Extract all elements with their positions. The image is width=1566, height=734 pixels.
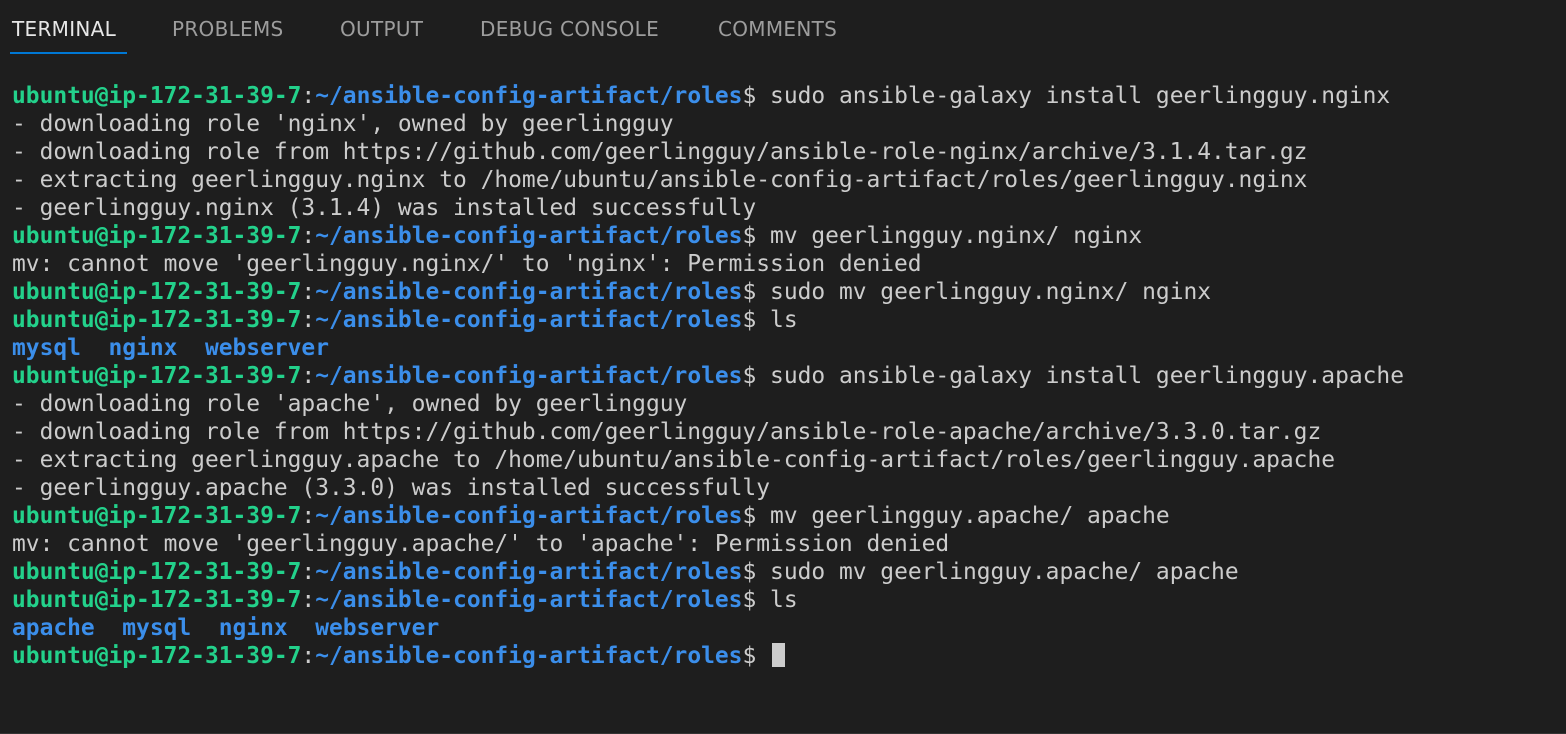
prompt-user-host: ubuntu@ip-172-31-39-7: [12, 587, 302, 613]
terminal-output-line: - geerlingguy.nginx (3.1.4) was installe…: [12, 194, 1552, 222]
tab-output[interactable]: OUTPUT: [340, 15, 423, 55]
panel-tab-bar: TERMINAL PROBLEMS OUTPUT DEBUG CONSOLE C…: [0, 0, 1566, 56]
prompt-user-host: ubuntu@ip-172-31-39-7: [12, 279, 302, 305]
prompt-symbol: $: [742, 643, 757, 669]
prompt-path: ~/ansible-config-artifact/roles: [315, 503, 743, 529]
prompt-separator: :: [301, 83, 316, 109]
terminal-command-line: ubuntu@ip-172-31-39-7:~/ansible-config-a…: [12, 222, 1552, 250]
command-text: ls: [756, 307, 798, 333]
terminal-output-line: - extracting geerlingguy.nginx to /home/…: [12, 166, 1552, 194]
prompt-separator: :: [301, 363, 316, 389]
prompt-symbol: $: [742, 503, 757, 529]
terminal-command-line: ubuntu@ip-172-31-39-7:~/ansible-config-a…: [12, 502, 1552, 530]
output-text: mv: cannot move 'geerlingguy.apache/' to…: [12, 531, 950, 557]
terminal-output-line: - downloading role 'nginx', owned by gee…: [12, 110, 1552, 138]
prompt-separator: :: [301, 559, 316, 585]
command-text: sudo mv geerlingguy.nginx/ nginx: [756, 279, 1212, 305]
command-text: sudo ansible-galaxy install geerlingguy.…: [756, 363, 1404, 389]
terminal-output-line: - downloading role from https://github.c…: [12, 418, 1552, 446]
prompt-symbol: $: [742, 307, 757, 333]
tab-comments[interactable]: COMMENTS: [718, 15, 837, 55]
command-text: ls: [756, 587, 798, 613]
prompt-separator: :: [301, 279, 316, 305]
prompt-symbol: $: [742, 83, 757, 109]
prompt-separator: :: [301, 643, 316, 669]
prompt-path: ~/ansible-config-artifact/roles: [315, 83, 743, 109]
active-tab-indicator: [10, 52, 127, 54]
terminal-command-line: ubuntu@ip-172-31-39-7:~/ansible-config-a…: [12, 558, 1552, 586]
prompt-separator: :: [301, 223, 316, 249]
prompt-separator: :: [301, 307, 316, 333]
prompt-user-host: ubuntu@ip-172-31-39-7: [12, 307, 302, 333]
terminal-cursor: [772, 643, 786, 667]
terminal-command-line: ubuntu@ip-172-31-39-7:~/ansible-config-a…: [12, 82, 1552, 110]
terminal-output-line: - downloading role from https://github.c…: [12, 138, 1552, 166]
terminal-command-line: ubuntu@ip-172-31-39-7:~/ansible-config-a…: [12, 306, 1552, 334]
terminal-input-line: ubuntu@ip-172-31-39-7:~/ansible-config-a…: [12, 642, 1552, 670]
output-text: - geerlingguy.apache (3.3.0) was install…: [12, 475, 770, 501]
output-text: - geerlingguy.nginx (3.1.4) was installe…: [12, 195, 757, 221]
output-text: - downloading role from https://github.c…: [12, 419, 1322, 445]
prompt-symbol: $: [742, 363, 757, 389]
prompt-user-host: ubuntu@ip-172-31-39-7: [12, 83, 302, 109]
command-text: mv geerlingguy.apache/ apache: [756, 503, 1170, 529]
listing-text: mysql nginx webserver: [12, 335, 329, 361]
output-text: - downloading role 'apache', owned by ge…: [12, 391, 688, 417]
prompt-symbol: $: [742, 559, 757, 585]
terminal-output-line: mv: cannot move 'geerlingguy.nginx/' to …: [12, 250, 1552, 278]
output-text: mv: cannot move 'geerlingguy.nginx/' to …: [12, 251, 922, 277]
tab-debug-console[interactable]: DEBUG CONSOLE: [480, 15, 659, 55]
prompt-user-host: ubuntu@ip-172-31-39-7: [12, 643, 302, 669]
prompt-symbol: $: [742, 223, 757, 249]
prompt-separator: :: [301, 587, 316, 613]
tab-terminal[interactable]: TERMINAL: [12, 15, 116, 55]
terminal-output-line: - geerlingguy.apache (3.3.0) was install…: [12, 474, 1552, 502]
prompt-path: ~/ansible-config-artifact/roles: [315, 643, 743, 669]
prompt-user-host: ubuntu@ip-172-31-39-7: [12, 223, 302, 249]
terminal-output-line: - extracting geerlingguy.apache to /home…: [12, 446, 1552, 474]
terminal-output-line: mv: cannot move 'geerlingguy.apache/' to…: [12, 530, 1552, 558]
command-text: [756, 643, 770, 669]
terminal-panel: TERMINAL PROBLEMS OUTPUT DEBUG CONSOLE C…: [0, 0, 1566, 734]
command-text: sudo mv geerlingguy.apache/ apache: [756, 559, 1239, 585]
prompt-path: ~/ansible-config-artifact/roles: [315, 307, 743, 333]
directory-listing: apache mysql nginx webserver: [12, 614, 1552, 642]
command-text: sudo ansible-galaxy install geerlingguy.…: [756, 83, 1391, 109]
prompt-path: ~/ansible-config-artifact/roles: [315, 279, 743, 305]
output-text: - downloading role 'nginx', owned by gee…: [12, 111, 674, 137]
tab-problems[interactable]: PROBLEMS: [172, 15, 284, 55]
terminal-command-line: ubuntu@ip-172-31-39-7:~/ansible-config-a…: [12, 362, 1552, 390]
prompt-user-host: ubuntu@ip-172-31-39-7: [12, 503, 302, 529]
prompt-path: ~/ansible-config-artifact/roles: [315, 559, 743, 585]
prompt-user-host: ubuntu@ip-172-31-39-7: [12, 363, 302, 389]
prompt-path: ~/ansible-config-artifact/roles: [315, 587, 743, 613]
terminal-output[interactable]: ubuntu@ip-172-31-39-7:~/ansible-config-a…: [12, 82, 1552, 702]
directory-listing: mysql nginx webserver: [12, 334, 1552, 362]
output-text: - downloading role from https://github.c…: [12, 139, 1308, 165]
output-text: - extracting geerlingguy.nginx to /home/…: [12, 167, 1308, 193]
listing-text: apache mysql nginx webserver: [12, 615, 440, 641]
prompt-user-host: ubuntu@ip-172-31-39-7: [12, 559, 302, 585]
command-text: mv geerlingguy.nginx/ nginx: [756, 223, 1143, 249]
prompt-separator: :: [301, 503, 316, 529]
terminal-output-line: - downloading role 'apache', owned by ge…: [12, 390, 1552, 418]
prompt-symbol: $: [742, 587, 757, 613]
terminal-command-line: ubuntu@ip-172-31-39-7:~/ansible-config-a…: [12, 586, 1552, 614]
prompt-path: ~/ansible-config-artifact/roles: [315, 223, 743, 249]
terminal-command-line: ubuntu@ip-172-31-39-7:~/ansible-config-a…: [12, 278, 1552, 306]
prompt-symbol: $: [742, 279, 757, 305]
output-text: - extracting geerlingguy.apache to /home…: [12, 447, 1336, 473]
prompt-path: ~/ansible-config-artifact/roles: [315, 363, 743, 389]
